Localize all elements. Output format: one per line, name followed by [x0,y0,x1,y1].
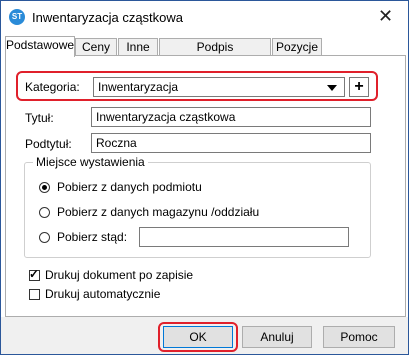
drukuj-po-zapisie-label[interactable]: Drukuj dokument po zapisie [45,268,193,282]
dialog-footer: OK Anuluj Pomoc [1,317,408,354]
podtytul-field[interactable]: Roczna [91,133,371,153]
tab-strip: Podstawowe Ceny Inne Podpis elektroniczn… [5,36,406,70]
tab-podstawowe[interactable]: Podstawowe [5,36,75,57]
checkbox-drukuj-automatycznie[interactable] [29,289,40,300]
tytul-field[interactable]: Inwentaryzacja cząstkowa [91,107,371,127]
check-icon: ✓ [29,267,40,281]
cancel-button[interactable]: Anuluj [242,326,312,348]
tab-pozycje[interactable]: Pozycje [272,38,322,56]
podtytul-label: Podtytuł: [25,137,72,151]
checkbox-drukuj-po-zapisie[interactable]: ✓ [29,267,40,281]
dialog-window: ST Inwentaryzacja cząstkowa ✕ Podstawowe… [0,0,409,355]
radio-magazyn[interactable] [39,207,50,218]
ok-button[interactable]: OK [163,326,233,348]
radio-magazyn-label[interactable]: Pobierz z danych magazynu /oddziału [57,205,259,219]
radio-podmiot-label[interactable]: Pobierz z danych podmiotu [57,180,202,194]
title-bar: ST Inwentaryzacja cząstkowa ✕ [1,1,408,33]
close-icon[interactable]: ✕ [363,1,408,32]
radio-selected-dot [42,185,47,190]
stad-input[interactable] [139,227,349,247]
tytul-label: Tytuł: [25,111,54,125]
kategoria-label: Kategoria: [25,80,80,94]
tab-panel-podstawowe: Kategoria: Inwentaryzacja + Tytuł: Inwen… [5,55,406,317]
tab-inne[interactable]: Inne [118,38,158,56]
radio-stad[interactable] [39,232,50,243]
window-title: Inwentaryzacja cząstkowa [32,10,184,25]
kategoria-value: Inwentaryzacja [98,80,179,94]
tab-podpis-elektroniczny[interactable]: Podpis elektroniczny [159,38,271,70]
app-logo-icon: ST [9,9,25,25]
tab-ceny[interactable]: Ceny [75,38,117,56]
chevron-down-icon [327,85,337,91]
radio-stad-label[interactable]: Pobierz stąd: [57,230,127,244]
radio-podmiot[interactable] [39,182,50,193]
add-category-button[interactable]: + [349,77,369,97]
drukuj-automatycznie-label[interactable]: Drukuj automatycznie [45,287,160,301]
help-button[interactable]: Pomoc [323,326,395,348]
kategoria-select[interactable]: Inwentaryzacja [93,77,345,97]
group-title: Miejsce wystawienia [33,155,148,169]
